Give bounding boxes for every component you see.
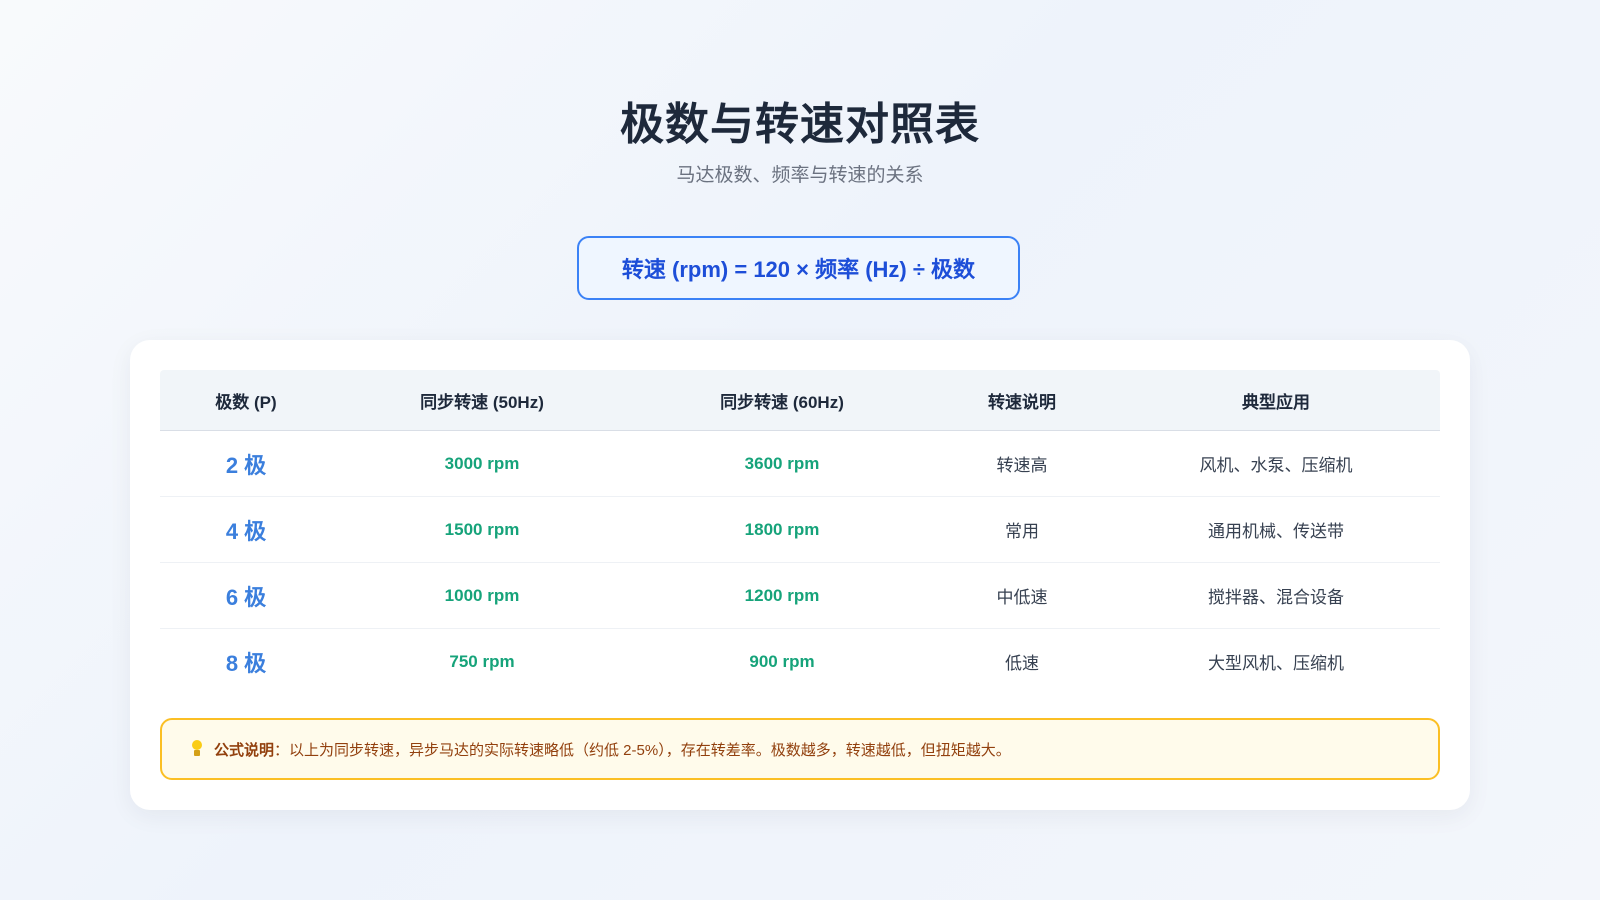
table-row: 8 极 750 rpm 900 rpm 低速 大型风机、压缩机 (160, 629, 1440, 694)
table-header-row: 极数 (P) 同步转速 (50Hz) 同步转速 (60Hz) 转速说明 典型应用 (160, 370, 1440, 431)
formula-text: 转速 (rpm) = 120 × 频率 (Hz) ÷ 极数 (621, 257, 976, 282)
speed-desc-cell: 中低速 (996, 588, 1048, 607)
speed-60hz-cell: 900 rpm (749, 651, 815, 671)
formula-note: 公式说明 ：以上为同步转速，异步马达的实际转速略低（约低 2-5%），存在转差率… (160, 718, 1440, 780)
page: 极数与转速对照表 马达极数、频率与转速的关系 转速 (rpm) = 120 × … (0, 0, 1600, 900)
column-header: 同步转速 (50Hz) (420, 392, 544, 412)
table-row: 2 极 3000 rpm 3600 rpm 转速高 风机、水泵、压缩机 (160, 431, 1440, 497)
speed-50hz-cell: 1000 rpm (444, 585, 520, 605)
formula-box: 转速 (rpm) = 120 × 频率 (Hz) ÷ 极数 (577, 236, 1020, 300)
application-cell: 通用机械、传送带 (1208, 522, 1344, 541)
speed-desc-cell: 常用 (1005, 522, 1039, 541)
table-row: 6 极 1000 rpm 1200 rpm 中低速 搅拌器、混合设备 (160, 563, 1440, 629)
speed-50hz-cell: 750 rpm (449, 651, 515, 671)
page-subtitle: 马达极数、频率与转速的关系 (676, 165, 924, 186)
pole-cell: 8 极 (225, 650, 267, 676)
column-header: 转速说明 (988, 392, 1056, 412)
speed-desc-cell: 转速高 (996, 456, 1048, 475)
column-header: 典型应用 (1242, 392, 1310, 412)
lightbulb-icon (190, 740, 204, 758)
speed-table: 极数 (P) 同步转速 (50Hz) 同步转速 (60Hz) 转速说明 典型应用… (160, 370, 1440, 694)
application-cell: 大型风机、压缩机 (1208, 654, 1344, 673)
column-header: 极数 (P) (215, 392, 277, 412)
table-row: 4 极 1500 rpm 1800 rpm 常用 通用机械、传送带 (160, 497, 1440, 563)
note-label: 公式说明 (214, 741, 275, 759)
application-cell: 搅拌器、混合设备 (1208, 588, 1344, 607)
table-card: 极数 (P) 同步转速 (50Hz) 同步转速 (60Hz) 转速说明 典型应用… (130, 340, 1470, 810)
speed-60hz-cell: 1800 rpm (744, 519, 820, 539)
speed-50hz-cell: 3000 rpm (444, 453, 520, 473)
pole-cell: 2 极 (225, 452, 267, 478)
speed-50hz-cell: 1500 rpm (444, 519, 520, 539)
speed-desc-cell: 低速 (1005, 654, 1039, 673)
column-header: 同步转速 (60Hz) (720, 392, 844, 412)
application-cell: 风机、水泵、压缩机 (1199, 456, 1353, 475)
pole-cell: 6 极 (225, 584, 267, 610)
page-title: 极数与转速对照表 (620, 100, 980, 149)
note-text: ：以上为同步转速，异步马达的实际转速略低（约低 2-5%），存在转差率。极数越多… (274, 741, 1011, 759)
speed-60hz-cell: 1200 rpm (744, 585, 820, 605)
pole-cell: 4 极 (225, 518, 267, 544)
speed-60hz-cell: 3600 rpm (744, 453, 820, 473)
